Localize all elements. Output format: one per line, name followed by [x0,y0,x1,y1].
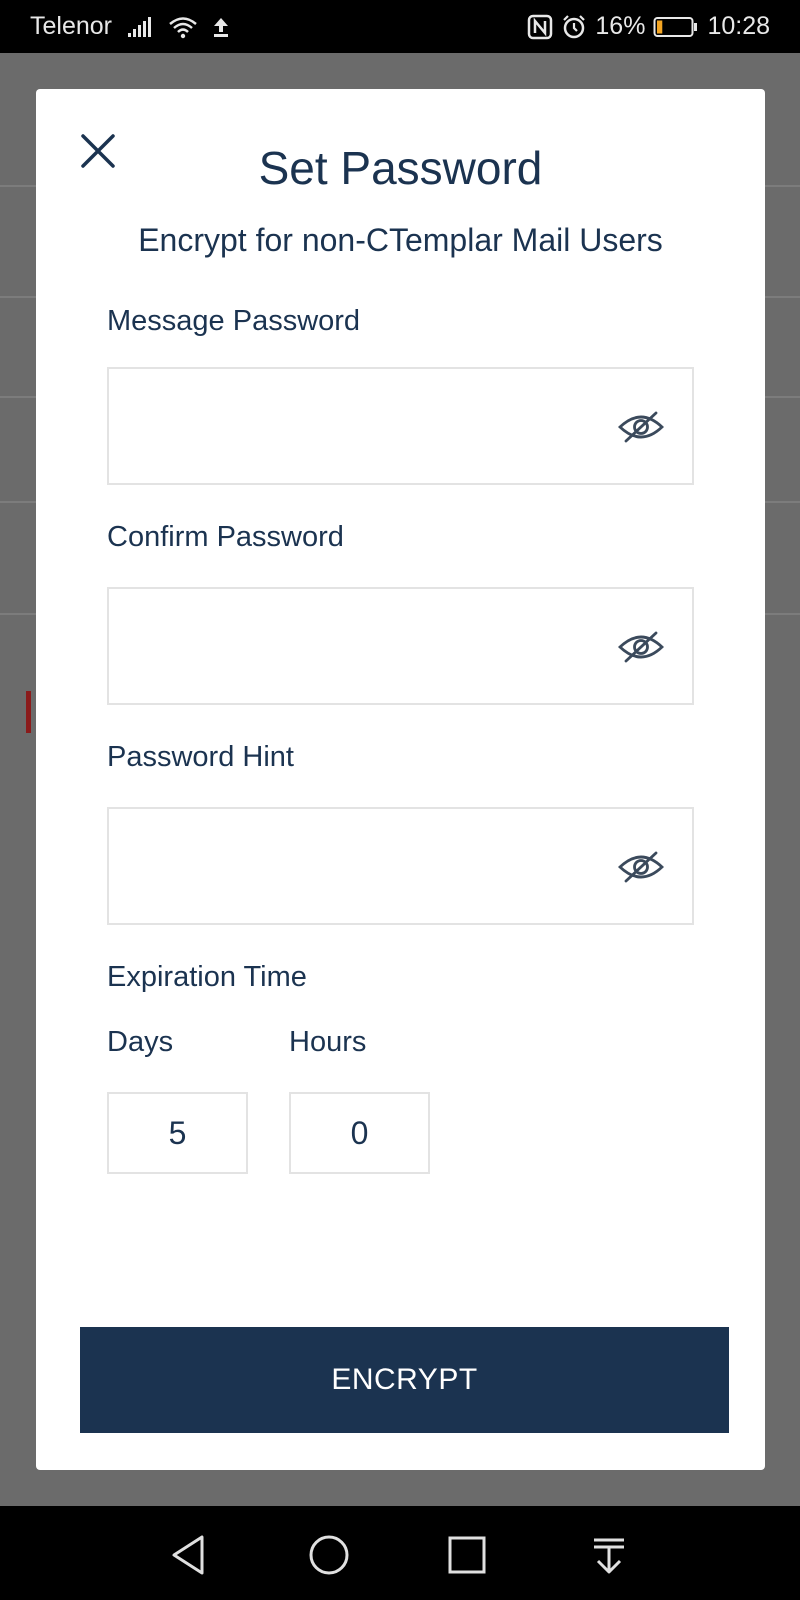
message-password-input[interactable] [109,369,589,483]
toggle-visibility-button[interactable] [617,629,665,665]
battery-fill [657,20,663,33]
battery-percent: 16% [595,12,646,40]
signal-icon [126,16,154,38]
notification-shade-icon [594,1538,624,1574]
wifi-icon [168,15,198,39]
hours-field [289,1092,430,1174]
eye-slash-icon [617,631,665,663]
status-bar: Telenor 16% 10:28 [0,0,800,53]
eye-slash-icon [617,411,665,443]
set-password-dialog: Set Password Encrypt for non-CTemplar Ma… [36,89,765,1470]
dialog-subtitle: Encrypt for non-CTemplar Mail Users [138,222,663,258]
expiration-time-label: Expiration Time [107,961,307,993]
message-password-label: Message Password [107,305,361,337]
toggle-visibility-button[interactable] [617,409,665,445]
encrypt-button[interactable]: ENCRYPT [80,1327,729,1433]
confirm-password-label: Confirm Password [107,521,344,553]
battery-icon [653,15,699,39]
upload-icon [212,16,230,38]
dialog-title: Set Password [258,142,543,194]
message-password-field [107,367,694,485]
eye-slash-icon [617,851,665,883]
days-input[interactable] [109,1094,246,1172]
toggle-visibility-button[interactable] [617,849,665,885]
hours-label: Hours [289,1026,367,1058]
password-hint-label: Password Hint [107,741,294,773]
carrier-name: Telenor [30,12,112,40]
back-button[interactable] [168,1532,214,1578]
days-label: Days [107,1026,174,1058]
nfc-icon [527,14,553,40]
home-icon [309,1535,349,1575]
recents-icon [448,1536,486,1574]
background-accent [26,691,31,733]
clock: 10:28 [707,12,770,40]
confirm-password-field [107,587,694,705]
alarm-icon [561,14,587,40]
home-button[interactable] [306,1532,352,1578]
back-icon [172,1535,204,1575]
days-field [107,1092,248,1174]
confirm-password-input[interactable] [109,589,589,703]
hours-input[interactable] [291,1094,428,1172]
navigation-bar [0,1506,800,1600]
password-hint-input[interactable] [109,809,589,923]
notification-shade-button[interactable] [586,1532,632,1578]
recents-button[interactable] [444,1532,490,1578]
password-hint-field [107,807,694,925]
